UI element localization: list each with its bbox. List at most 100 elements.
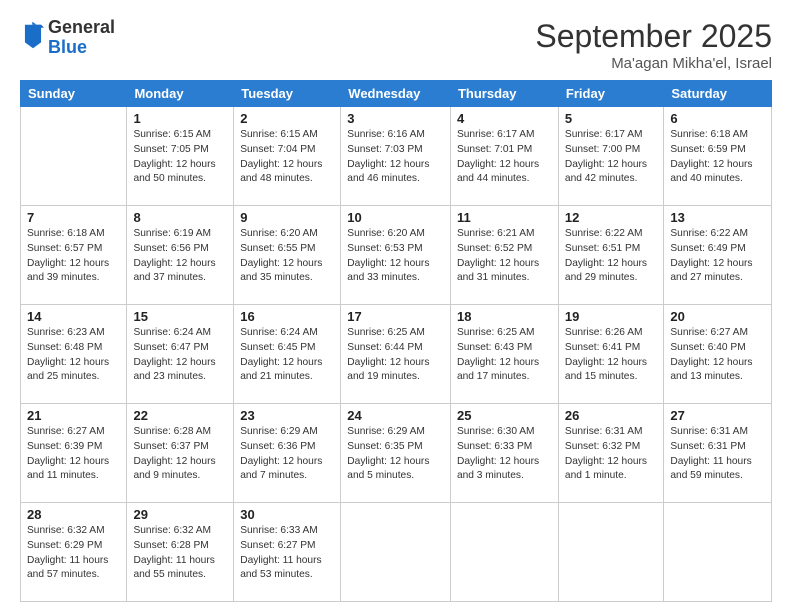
day-info: Sunrise: 6:20 AMSunset: 6:55 PMDaylight:… [240, 227, 334, 286]
day-number: 9 [240, 210, 334, 225]
calendar-cell: 21 Sunrise: 6:27 AMSunset: 6:39 PMDayligh… [21, 404, 127, 503]
day-number: 22 [133, 408, 227, 423]
day-number: 17 [347, 309, 444, 324]
day-info: Sunrise: 6:15 AMSunset: 7:05 PMDaylight:… [133, 128, 227, 187]
calendar-cell: 4Sunrise: 6:17 AMSunset: 7:01 PMDaylight… [450, 107, 558, 206]
calendar-cell: 1 Sunrise: 6:15 AMSunset: 7:05 PMDaylight… [127, 107, 234, 206]
day-number: 6 [670, 111, 765, 126]
calendar-cell: 8Sunrise: 6:19 AMSunset: 6:56 PMDaylight… [127, 206, 234, 305]
day-info: Sunrise: 6:22 AMSunset: 6:51 PMDaylight:… [565, 227, 657, 286]
calendar-cell: 10 Sunrise: 6:20 AMSunset: 6:53 PMDayligh… [341, 206, 451, 305]
day-info: Sunrise: 6:22 AMSunset: 6:49 PMDaylight:… [670, 227, 765, 286]
day-info: Sunrise: 6:32 AMSunset: 6:28 PMDaylight:… [133, 524, 227, 583]
day-number: 24 [347, 408, 444, 423]
calendar-cell: 22Sunrise: 6:28 AMSunset: 6:37 PMDayligh… [127, 404, 234, 503]
logo-general-text: General [48, 17, 115, 37]
logo-icon [22, 21, 44, 49]
day-info: Sunrise: 6:24 AMSunset: 6:47 PMDaylight:… [133, 326, 227, 385]
calendar-cell: 20 Sunrise: 6:27 AMSunset: 6:40 PMDayligh… [664, 305, 772, 404]
day-number: 11 [457, 210, 552, 225]
day-info: Sunrise: 6:16 AMSunset: 7:03 PMDaylight:… [347, 128, 444, 187]
day-number: 23 [240, 408, 334, 423]
calendar-day-header: Saturday [664, 81, 772, 107]
day-number: 3 [347, 111, 444, 126]
day-number: 12 [565, 210, 657, 225]
header: General Blue September 2025 Ma'agan Mikh… [20, 18, 772, 72]
calendar-week-row: 28 Sunrise: 6:32 AMSunset: 6:29 PMDayligh… [21, 503, 772, 602]
day-number: 30 [240, 507, 334, 522]
day-number: 29 [133, 507, 227, 522]
day-number: 18 [457, 309, 552, 324]
calendar-week-row: 1 Sunrise: 6:15 AMSunset: 7:05 PMDaylight… [21, 107, 772, 206]
day-number: 10 [347, 210, 444, 225]
day-info: Sunrise: 6:15 AMSunset: 7:04 PMDaylight:… [240, 128, 334, 187]
day-info: Sunrise: 6:32 AMSunset: 6:29 PMDaylight:… [27, 524, 120, 583]
calendar-cell [450, 503, 558, 602]
calendar-day-header: Sunday [21, 81, 127, 107]
location-subtitle: Ma'agan Mikha'el, Israel [535, 55, 772, 72]
day-number: 7 [27, 210, 120, 225]
calendar-cell: 6 Sunrise: 6:18 AMSunset: 6:59 PMDaylight… [664, 107, 772, 206]
calendar-cell: 13 Sunrise: 6:22 AMSunset: 6:49 PMDayligh… [664, 206, 772, 305]
calendar-cell: 28 Sunrise: 6:32 AMSunset: 6:29 PMDayligh… [21, 503, 127, 602]
calendar-cell: 11 Sunrise: 6:21 AMSunset: 6:52 PMDayligh… [450, 206, 558, 305]
day-number: 27 [670, 408, 765, 423]
month-title: September 2025 [535, 18, 772, 55]
day-number: 15 [133, 309, 227, 324]
calendar-cell: 7 Sunrise: 6:18 AMSunset: 6:57 PMDaylight… [21, 206, 127, 305]
calendar-cell: 27 Sunrise: 6:31 AMSunset: 6:31 PMDayligh… [664, 404, 772, 503]
day-info: Sunrise: 6:27 AMSunset: 6:40 PMDaylight:… [670, 326, 765, 385]
calendar-cell: 23 Sunrise: 6:29 AMSunset: 6:36 PMDayligh… [234, 404, 341, 503]
calendar-day-header: Wednesday [341, 81, 451, 107]
day-info: Sunrise: 6:30 AMSunset: 6:33 PMDaylight:… [457, 425, 552, 484]
day-info: Sunrise: 6:19 AMSunset: 6:56 PMDaylight:… [133, 227, 227, 286]
day-number: 28 [27, 507, 120, 522]
day-number: 21 [27, 408, 120, 423]
calendar-cell: 18 Sunrise: 6:25 AMSunset: 6:43 PMDayligh… [450, 305, 558, 404]
day-info: Sunrise: 6:33 AMSunset: 6:27 PMDaylight:… [240, 524, 334, 583]
day-info: Sunrise: 6:29 AMSunset: 6:36 PMDaylight:… [240, 425, 334, 484]
day-info: Sunrise: 6:31 AMSunset: 6:31 PMDaylight:… [670, 425, 765, 484]
calendar-day-header: Monday [127, 81, 234, 107]
calendar-cell: 19 Sunrise: 6:26 AMSunset: 6:41 PMDayligh… [558, 305, 663, 404]
day-info: Sunrise: 6:23 AMSunset: 6:48 PMDaylight:… [27, 326, 120, 385]
calendar-cell: 5 Sunrise: 6:17 AMSunset: 7:00 PMDaylight… [558, 107, 663, 206]
day-info: Sunrise: 6:21 AMSunset: 6:52 PMDaylight:… [457, 227, 552, 286]
day-info: Sunrise: 6:26 AMSunset: 6:41 PMDaylight:… [565, 326, 657, 385]
calendar-day-header: Tuesday [234, 81, 341, 107]
calendar-week-row: 14Sunrise: 6:23 AMSunset: 6:48 PMDayligh… [21, 305, 772, 404]
day-info: Sunrise: 6:18 AMSunset: 6:59 PMDaylight:… [670, 128, 765, 187]
calendar-cell [21, 107, 127, 206]
calendar-week-row: 7 Sunrise: 6:18 AMSunset: 6:57 PMDaylight… [21, 206, 772, 305]
day-number: 4 [457, 111, 552, 126]
day-info: Sunrise: 6:29 AMSunset: 6:35 PMDaylight:… [347, 425, 444, 484]
day-info: Sunrise: 6:24 AMSunset: 6:45 PMDaylight:… [240, 326, 334, 385]
title-block: September 2025 Ma'agan Mikha'el, Israel [535, 18, 772, 72]
calendar-cell: 29 Sunrise: 6:32 AMSunset: 6:28 PMDayligh… [127, 503, 234, 602]
day-info: Sunrise: 6:25 AMSunset: 6:43 PMDaylight:… [457, 326, 552, 385]
day-number: 2 [240, 111, 334, 126]
day-number: 16 [240, 309, 334, 324]
day-info: Sunrise: 6:17 AMSunset: 7:00 PMDaylight:… [565, 128, 657, 187]
calendar-cell: 14Sunrise: 6:23 AMSunset: 6:48 PMDayligh… [21, 305, 127, 404]
day-info: Sunrise: 6:27 AMSunset: 6:39 PMDaylight:… [27, 425, 120, 484]
day-number: 5 [565, 111, 657, 126]
calendar-day-header: Thursday [450, 81, 558, 107]
calendar-cell [341, 503, 451, 602]
day-number: 19 [565, 309, 657, 324]
calendar-cell: 30 Sunrise: 6:33 AMSunset: 6:27 PMDayligh… [234, 503, 341, 602]
calendar-cell: 24 Sunrise: 6:29 AMSunset: 6:35 PMDayligh… [341, 404, 451, 503]
day-number: 20 [670, 309, 765, 324]
day-number: 26 [565, 408, 657, 423]
logo-blue-text: Blue [48, 37, 87, 57]
day-number: 1 [133, 111, 227, 126]
calendar-cell: 12 Sunrise: 6:22 AMSunset: 6:51 PMDayligh… [558, 206, 663, 305]
day-info: Sunrise: 6:18 AMSunset: 6:57 PMDaylight:… [27, 227, 120, 286]
calendar-table: SundayMondayTuesdayWednesdayThursdayFrid… [20, 80, 772, 602]
calendar-week-row: 21 Sunrise: 6:27 AMSunset: 6:39 PMDayligh… [21, 404, 772, 503]
day-info: Sunrise: 6:25 AMSunset: 6:44 PMDaylight:… [347, 326, 444, 385]
day-info: Sunrise: 6:31 AMSunset: 6:32 PMDaylight:… [565, 425, 657, 484]
day-number: 13 [670, 210, 765, 225]
calendar-cell: 17 Sunrise: 6:25 AMSunset: 6:44 PMDayligh… [341, 305, 451, 404]
day-info: Sunrise: 6:20 AMSunset: 6:53 PMDaylight:… [347, 227, 444, 286]
